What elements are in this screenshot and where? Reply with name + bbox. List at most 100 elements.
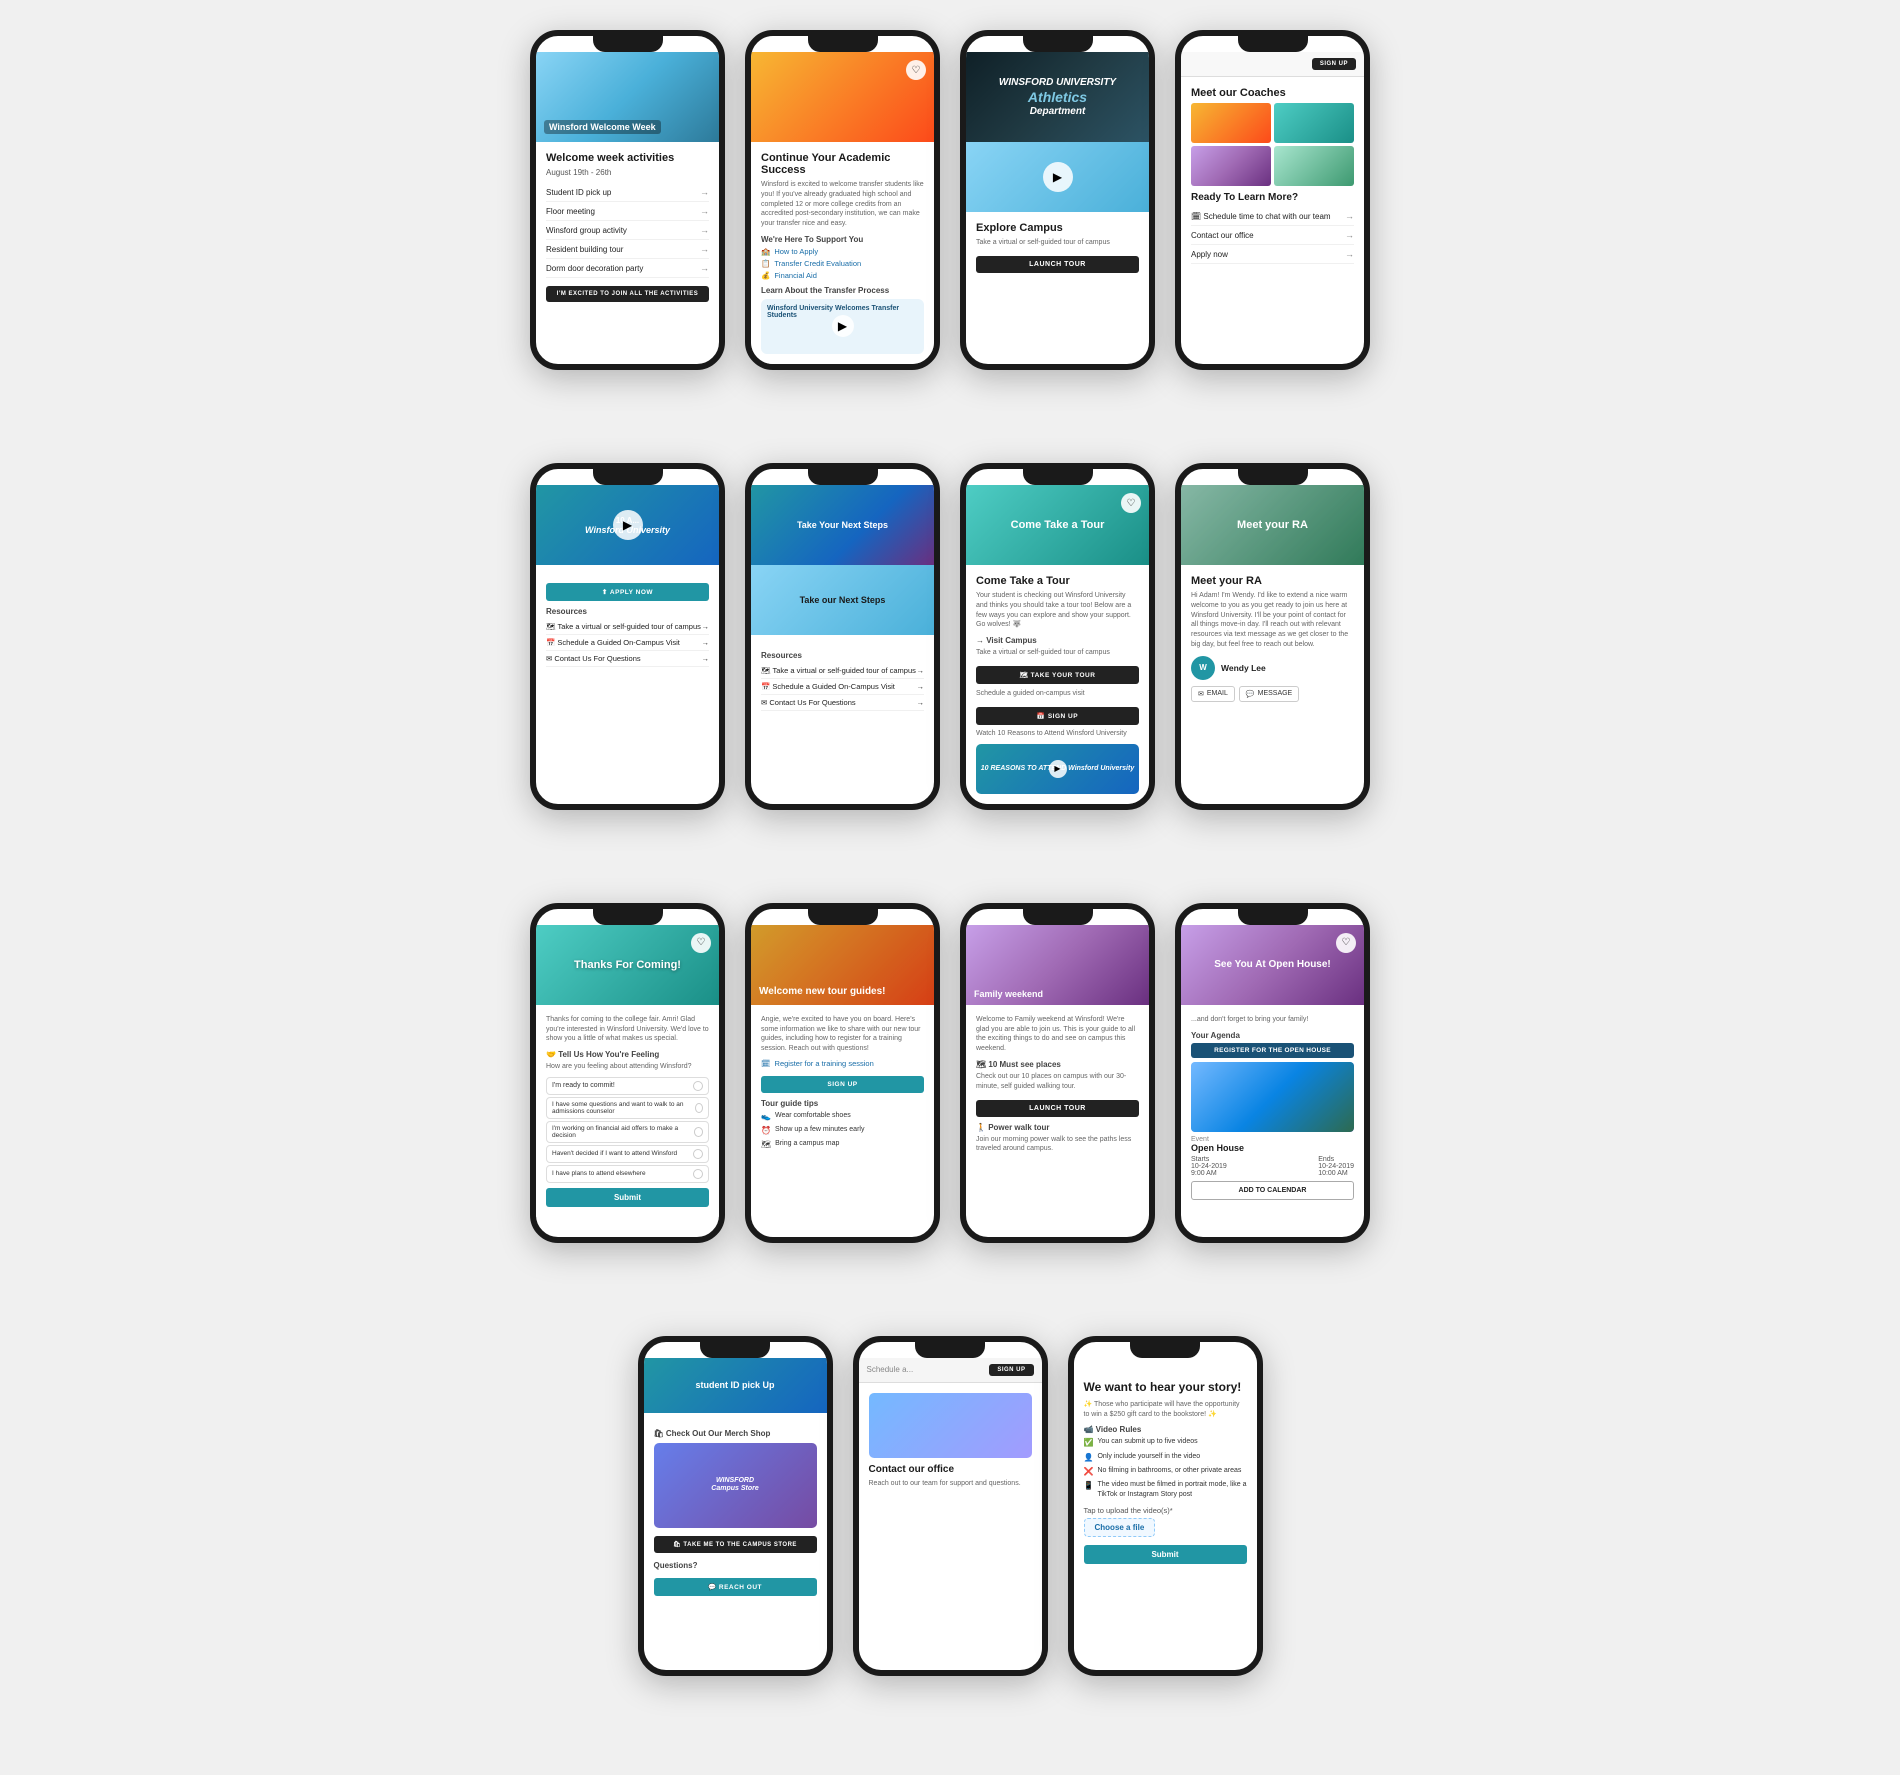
- rule-1: ✅ You can submit up to five videos: [1084, 1437, 1247, 1448]
- resource-6-1[interactable]: 🗺 Take a virtual or self-guided tour of …: [761, 663, 924, 679]
- reach-out-btn[interactable]: 💬 REACH OUT: [654, 1578, 817, 1596]
- screen-5: 10 A... Winsford University ▶ ⬆ APPLY NO…: [536, 469, 719, 677]
- link-transfer[interactable]: 📋 Transfer Credit Evaluation: [761, 259, 924, 268]
- rule-icon-1: ✅: [1084, 1437, 1094, 1448]
- tip-icon-2: ⏰: [761, 1125, 771, 1136]
- welcome-date: August 19th - 26th: [546, 168, 709, 177]
- content-14: 🛍 Check Out Our Merch Shop WINSFORDCampu…: [644, 1413, 827, 1606]
- learn-more-section: Ready To Learn More?: [1191, 192, 1354, 203]
- link-icon-3: 💰: [761, 271, 770, 280]
- take-tour-btn[interactable]: 🗺 TAKE YOUR TOUR: [976, 666, 1139, 684]
- phone-notch-9: [593, 909, 663, 925]
- contact-hero-img: [869, 1393, 1032, 1458]
- phone-story: We want to hear your story! ✨ Those who …: [1068, 1336, 1263, 1676]
- register-open-house-btn[interactable]: REGISTER FOR THE OPEN HOUSE: [1191, 1043, 1354, 1058]
- content-10: Angie, we're excited to have you on boar…: [751, 1005, 934, 1164]
- launch-tour-btn-11[interactable]: LAUNCH TOUR: [976, 1100, 1139, 1117]
- visit-campus-section: → Visit Campus: [976, 636, 1139, 645]
- coach-img-3: [1191, 146, 1271, 186]
- resource-6-3[interactable]: ✉ Contact Us For Questions →: [761, 695, 924, 711]
- resource-6-2[interactable]: 📅 Schedule a Guided On-Campus Visit →: [761, 679, 924, 695]
- choose-file-btn[interactable]: Choose a file: [1084, 1518, 1156, 1537]
- message-btn[interactable]: 💬 MESSAGE: [1239, 686, 1299, 702]
- resources-section-5: Resources: [546, 607, 709, 616]
- radio-circle-4: [693, 1149, 703, 1159]
- screen-11: Family weekend Welcome to Family weekend…: [966, 909, 1149, 1169]
- phone-tour-guides: Welcome new tour guides! Angie, we're ex…: [745, 903, 940, 1243]
- radio-commit[interactable]: I'm ready to commit!: [546, 1077, 709, 1095]
- schedule-item[interactable]: 🗓 Schedule time to chat with our team →: [1191, 207, 1354, 226]
- avatar-wendy: W: [1191, 656, 1215, 680]
- questions-section: Questions?: [654, 1561, 817, 1570]
- radio-financial[interactable]: I'm working on financial aid offers to m…: [546, 1121, 709, 1143]
- resource-3[interactable]: ✉ Contact Us For Questions →: [546, 651, 709, 667]
- register-link[interactable]: 🗓 Register for a training session: [761, 1059, 924, 1068]
- heart-icon-7[interactable]: ♡: [1121, 493, 1141, 513]
- link-apply[interactable]: 🏫 How to Apply: [761, 247, 924, 256]
- content-6: Resources 🗺 Take a virtual or self-guide…: [751, 635, 934, 721]
- resource-2[interactable]: 📅 Schedule a Guided On-Campus Visit →: [546, 635, 709, 651]
- come-tour-hero: Come Take a Tour: [1011, 519, 1105, 531]
- signup-btn-10[interactable]: SIGN UP: [761, 1076, 924, 1093]
- athletics-hero-text: WINSFORD UNIVERSITYAthleticsDepartment: [999, 77, 1116, 118]
- phone-notch-8: [1238, 469, 1308, 485]
- rule-4: 📱 The video must be filmed in portrait m…: [1084, 1480, 1247, 1500]
- radio-elsewhere[interactable]: I have plans to attend elsewhere: [546, 1165, 709, 1183]
- content-13: We want to hear your story! ✨ Those who …: [1074, 1370, 1257, 1574]
- screen-7: ♡ Come Take a Tour Come Take a Tour Your…: [966, 469, 1149, 804]
- resource-1[interactable]: 🗺 Take a virtual or self-guided tour of …: [546, 619, 709, 635]
- apply-item[interactable]: Apply now →: [1191, 245, 1354, 264]
- radio-undecided[interactable]: Haven't decided if I want to attend Wins…: [546, 1145, 709, 1163]
- link-financial[interactable]: 💰 Financial Aid: [761, 271, 924, 280]
- submit-btn-9[interactable]: Submit: [546, 1188, 709, 1207]
- tip-1: 👟 Wear comfortable shoes: [761, 1111, 924, 1122]
- email-btn[interactable]: ✉ EMAIL: [1191, 686, 1235, 702]
- screen-6: Take Your Next Steps Take our Next Steps…: [751, 469, 934, 721]
- radio-questions[interactable]: I have some questions and want to walk t…: [546, 1097, 709, 1119]
- must-see-section: 🗺 10 Must see places: [976, 1060, 1139, 1069]
- thanks-hero: Thanks For Coming!: [574, 959, 681, 971]
- signup-btn-4[interactable]: SIGN UP: [1312, 58, 1356, 70]
- screen-1: Winsford Welcome Week Welcome week activ…: [536, 36, 719, 312]
- signup-btn-15[interactable]: SIGN UP: [989, 1364, 1033, 1376]
- content-3: Explore Campus Take a virtual or self-gu…: [966, 212, 1149, 283]
- heart-icon-9[interactable]: ♡: [691, 933, 711, 953]
- list-item-resident-tour[interactable]: Resident building tour →: [546, 240, 709, 259]
- video-rules-section: 📹 Video Rules: [1084, 1425, 1247, 1434]
- heart-icon-2[interactable]: ♡: [906, 60, 926, 80]
- campus-store-btn[interactable]: 🛍 TAKE ME TO THE CAMPUS STORE: [654, 1536, 817, 1553]
- list-item-3[interactable]: Winsford group activity →: [546, 221, 709, 240]
- launch-tour-btn-3[interactable]: LAUNCH TOUR: [976, 256, 1139, 273]
- phone-notch-10: [808, 909, 878, 925]
- screen-14: student ID pick Up 🛍 Check Out Our Merch…: [644, 1342, 827, 1606]
- hero-label-1: Winsford Welcome Week: [544, 120, 661, 134]
- list-item-5[interactable]: Dorm door decoration party →: [546, 259, 709, 278]
- play-btn-5[interactable]: ▶: [613, 510, 643, 540]
- merch-section: 🛍 Check Out Our Merch Shop: [654, 1429, 817, 1438]
- play-btn-7[interactable]: ▶: [1049, 760, 1067, 778]
- phone-explore-campus: WINSFORD UNIVERSITYAthleticsDepartment ▶…: [960, 30, 1155, 370]
- excited-btn[interactable]: I'M EXCITED TO JOIN ALL THE ACTIVITIES: [546, 286, 709, 302]
- heart-icon-12[interactable]: ♡: [1336, 933, 1356, 953]
- campus-photo: [1191, 1062, 1354, 1132]
- contact-office-item[interactable]: Contact our office →: [1191, 226, 1354, 245]
- add-to-calendar-btn[interactable]: ADD TO CALENDAR: [1191, 1181, 1354, 1200]
- coaches-title: Meet our Coaches: [1191, 87, 1354, 99]
- content-15: Contact our office Reach out to our team…: [859, 1383, 1042, 1504]
- apply-now-btn[interactable]: ⬆ APPLY NOW: [546, 583, 709, 601]
- play-btn-2[interactable]: ▶: [832, 315, 854, 337]
- sign-up-btn-7[interactable]: 📅 SIGN UP: [976, 707, 1139, 725]
- phone-merch: student ID pick Up 🛍 Check Out Our Merch…: [638, 1336, 833, 1676]
- phone-reasons: 10 A... Winsford University ▶ ⬆ APPLY NO…: [530, 463, 725, 810]
- list-item-2[interactable]: Floor meeting →: [546, 202, 709, 221]
- resources-section-6: Resources: [761, 651, 924, 660]
- wendy-name: Wendy Lee: [1221, 663, 1266, 673]
- phone-notch-5: [593, 469, 663, 485]
- list-item-1[interactable]: Student ID pick up →: [546, 183, 709, 202]
- submit-btn-13[interactable]: Submit: [1084, 1545, 1247, 1564]
- play-btn-3[interactable]: ▶: [1043, 162, 1073, 192]
- arrow-3: →: [700, 225, 709, 235]
- content-2: Continue Your Academic Success Winsford …: [751, 142, 934, 364]
- come-tour-body: Your student is checking out Winsford Un…: [976, 591, 1139, 630]
- arrow-5: →: [700, 263, 709, 273]
